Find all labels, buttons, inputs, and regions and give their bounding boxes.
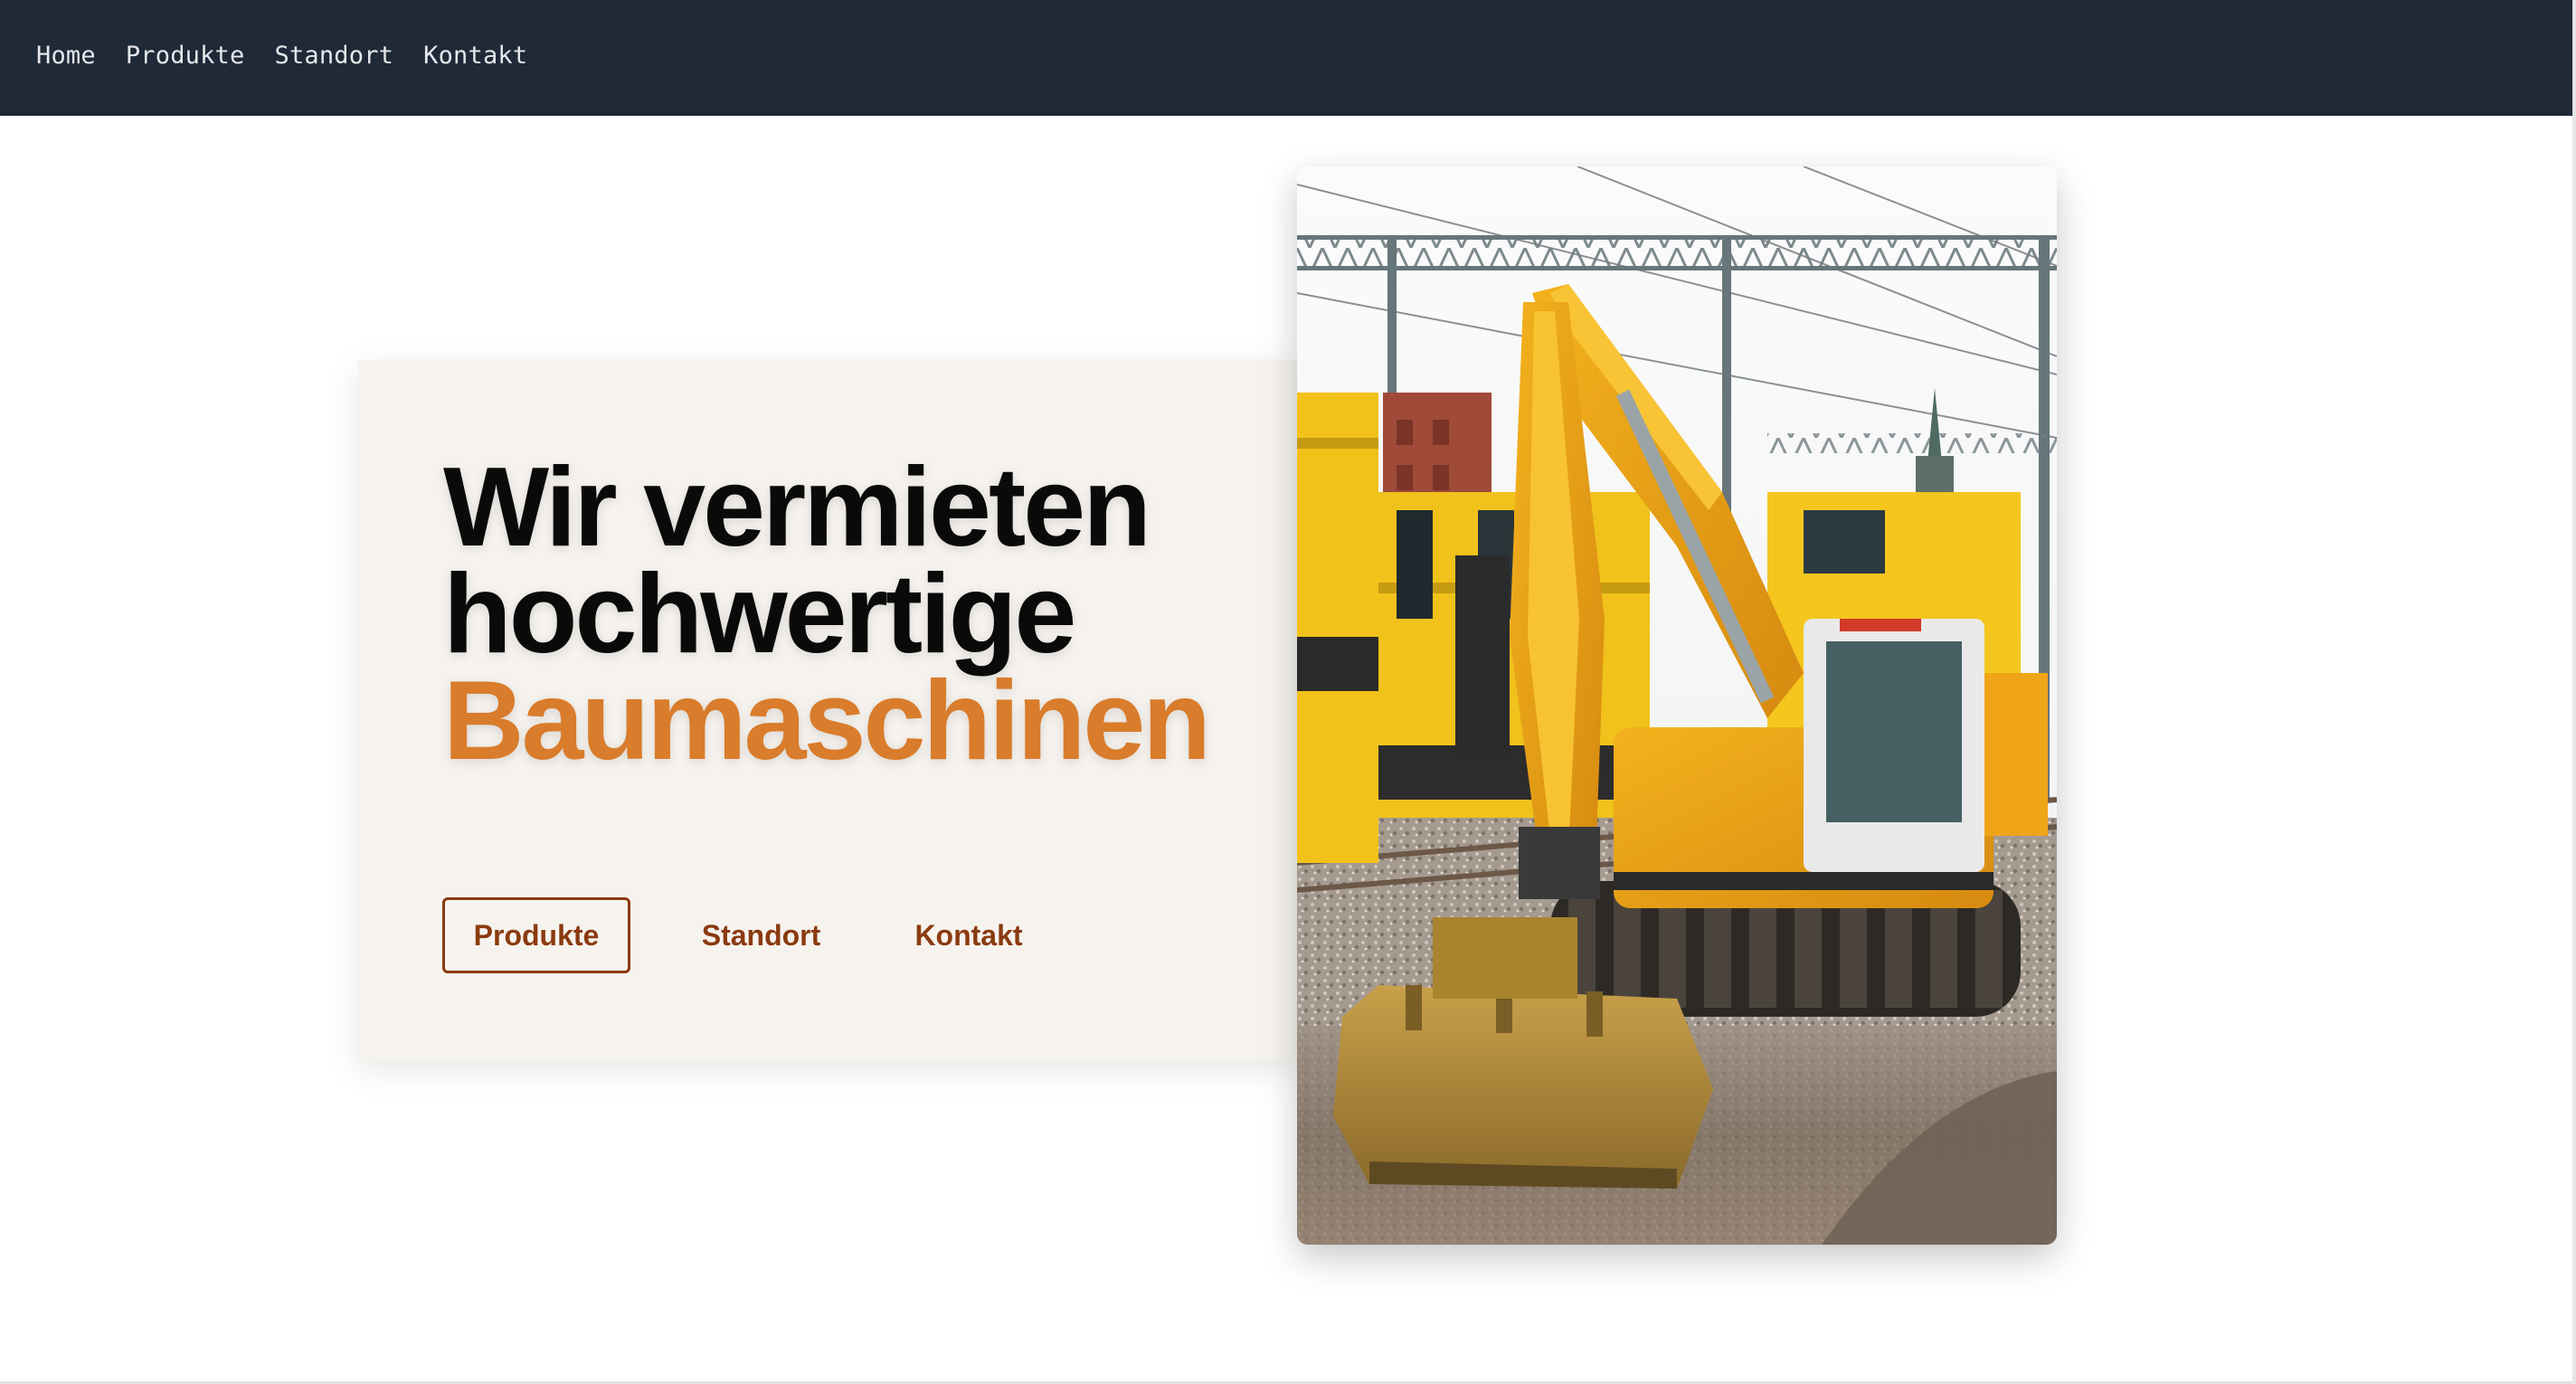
standort-button[interactable]: Standort <box>677 897 845 973</box>
nav-link-standort[interactable]: Standort <box>274 42 393 70</box>
excavator-photo-illustration <box>1297 166 2057 1245</box>
kontakt-button[interactable]: Kontakt <box>892 897 1046 973</box>
nav-link-kontakt[interactable]: Kontakt <box>423 42 527 70</box>
hero-title-line-1: Wir vermieten <box>443 445 1151 570</box>
hero-title-accent: Baumaschinen <box>443 659 1211 783</box>
vertical-scrollbar[interactable] <box>2572 0 2576 1384</box>
hero-buttons: Produkte Standort Kontakt <box>442 897 1046 973</box>
nav-links: Home Produkte Standort Kontakt <box>36 0 527 110</box>
hero-card: Wir vermieten hochwertige Baumaschinen P… <box>358 360 1299 1060</box>
hero-excavator-image <box>1297 166 2057 1245</box>
hero-title: Wir vermieten hochwertige Baumaschinen <box>443 445 1211 783</box>
nav-link-home[interactable]: Home <box>36 42 96 70</box>
page: Home Produkte Standort Kontakt Wir vermi… <box>0 0 2576 1384</box>
top-navbar: Home Produkte Standort Kontakt <box>0 0 2572 116</box>
hero-title-line-2: hochwertige <box>443 552 1076 677</box>
nav-link-produkte[interactable]: Produkte <box>126 42 245 70</box>
produkte-button[interactable]: Produkte <box>442 897 630 973</box>
